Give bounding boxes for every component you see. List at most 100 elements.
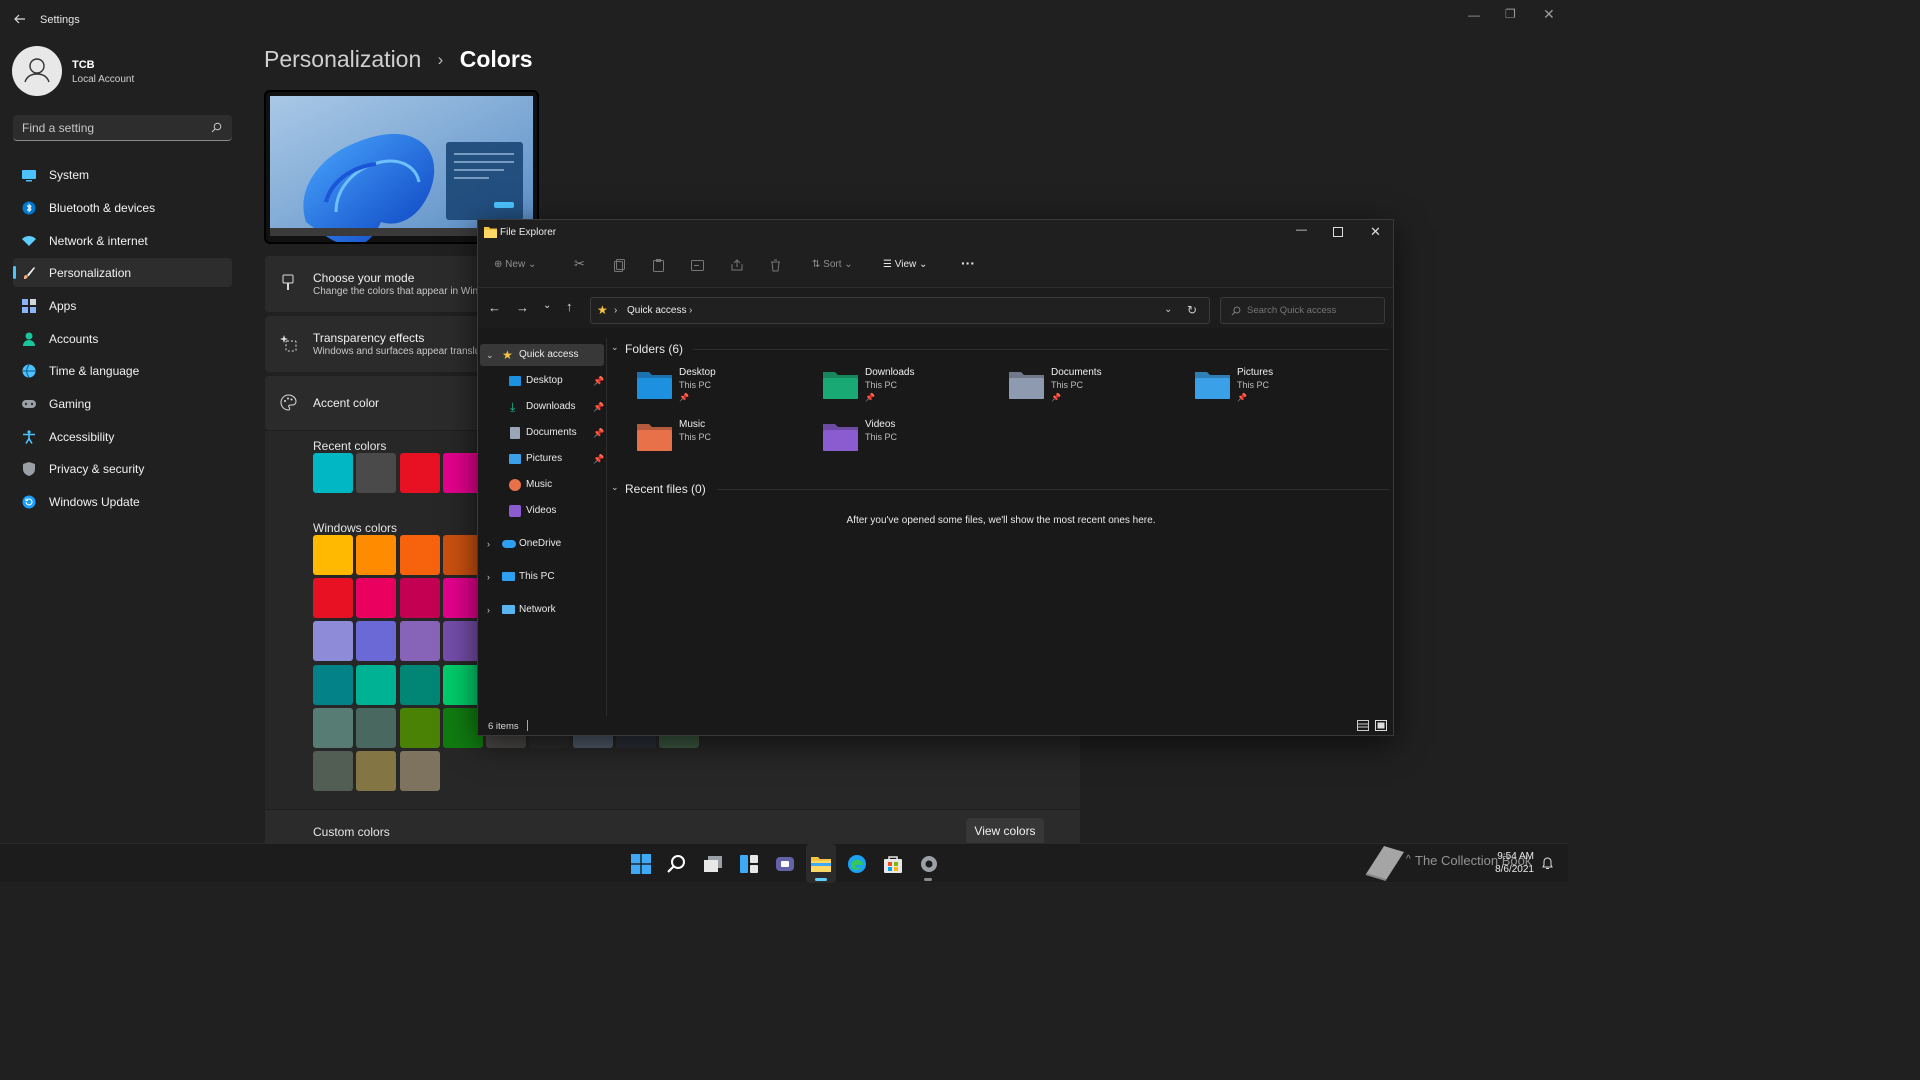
document-icon xyxy=(510,427,520,439)
address-bar[interactable]: ★ › Quick access › ⌄ ↻ xyxy=(590,297,1210,324)
nav-item-accessibility[interactable]: Accessibility xyxy=(13,422,232,451)
tree-documents[interactable]: Documents 📌 xyxy=(480,422,604,444)
explorer-search-input[interactable] xyxy=(1247,298,1382,323)
delete-icon xyxy=(771,259,780,272)
windows-color-swatch[interactable] xyxy=(356,664,397,705)
nav-item-system[interactable]: System xyxy=(13,160,232,189)
tree-music[interactable]: Music xyxy=(480,474,604,496)
nav-item-windows-update[interactable]: Windows Update xyxy=(13,487,232,516)
refresh-button[interactable]: ↻ xyxy=(1187,303,1197,317)
tree-downloads[interactable]: ⤓ Downloads 📌 xyxy=(480,396,604,418)
nav-item-privacy[interactable]: Privacy & security xyxy=(13,454,232,483)
address-dropdown[interactable]: ⌄ xyxy=(1164,304,1172,315)
running-indicator xyxy=(924,878,932,881)
close-button[interactable]: ✕ xyxy=(1370,224,1381,240)
windows-color-swatch[interactable] xyxy=(356,578,397,619)
back-button[interactable]: ← xyxy=(488,300,501,315)
minimize-button[interactable]: — xyxy=(1468,8,1480,22)
folder-tile[interactable]: Downloads This PC 📌 xyxy=(823,367,993,413)
clock-time[interactable]: 9:54 AM xyxy=(1494,851,1534,862)
windows-color-swatch[interactable] xyxy=(399,664,440,705)
file-explorer-window: File Explorer — ✕ ⊕ New ⌄ ✂ ⇅ Sort ⌄ ☰ V… xyxy=(477,219,1394,736)
nav-item-network[interactable]: Network & internet xyxy=(13,226,232,255)
sort-button[interactable]: ⇅ Sort ⌄ xyxy=(812,259,853,270)
windows-color-swatch[interactable] xyxy=(313,751,353,791)
nav-item-accounts[interactable]: Accounts xyxy=(13,324,232,353)
account-type: Local Account xyxy=(72,74,135,85)
windows-color-swatch[interactable] xyxy=(356,535,397,575)
folders-header[interactable]: Folders (6) xyxy=(625,342,683,356)
forward-button[interactable]: → xyxy=(516,300,529,315)
recent-color-swatch[interactable] xyxy=(399,453,440,493)
tree-onedrive[interactable]: › OneDrive xyxy=(480,533,604,555)
rename-icon xyxy=(691,260,704,271)
recent-color-swatch[interactable] xyxy=(313,453,353,493)
windows-color-swatch[interactable] xyxy=(313,621,353,662)
view-button[interactable]: ☰ View ⌄ xyxy=(883,259,927,270)
recent-color-swatch[interactable] xyxy=(356,453,397,493)
folder-icon xyxy=(823,424,858,451)
tree-quick-access[interactable]: ⌄ ★ Quick access xyxy=(480,344,604,366)
expand-chevron-icon: › xyxy=(487,572,490,582)
paste-icon xyxy=(653,259,664,272)
controller-icon xyxy=(22,400,36,408)
windows-color-swatch[interactable] xyxy=(313,707,353,748)
nav-item-gaming[interactable]: Gaming xyxy=(13,389,232,418)
windows-color-swatch[interactable] xyxy=(356,751,397,791)
monitor-icon xyxy=(22,170,36,182)
clock-date[interactable]: 8/6/2021 xyxy=(1494,864,1534,875)
explorer-search[interactable] xyxy=(1220,297,1385,324)
folder-name: Downloads xyxy=(865,367,915,378)
windows-color-swatch[interactable] xyxy=(356,707,397,748)
nav-item-time-language[interactable]: Time & language xyxy=(13,356,232,385)
back-button[interactable] xyxy=(13,12,27,26)
windows-color-swatch[interactable] xyxy=(399,707,440,748)
nav-item-bluetooth[interactable]: Bluetooth & devices xyxy=(13,193,232,222)
windows-color-swatch[interactable] xyxy=(313,578,353,619)
search-icon xyxy=(667,855,685,873)
nav-item-personalization[interactable]: Personalization xyxy=(13,258,232,287)
windows-color-swatch[interactable] xyxy=(399,751,440,791)
windows-color-swatch[interactable] xyxy=(356,621,397,662)
up-button[interactable]: ↑ xyxy=(566,299,573,314)
windows-color-swatch[interactable] xyxy=(399,621,440,662)
folder-tile[interactable]: Music This PC xyxy=(637,419,807,465)
pictures-icon xyxy=(509,454,521,464)
tree-videos[interactable]: Videos xyxy=(480,500,604,522)
new-button[interactable]: ⊕ New ⌄ xyxy=(494,259,536,270)
folder-tile[interactable]: Desktop This PC 📌 xyxy=(637,367,807,413)
folder-tile[interactable]: Documents This PC 📌 xyxy=(1009,367,1179,413)
breadcrumb-parent[interactable]: Personalization xyxy=(264,46,421,72)
windows-color-swatch[interactable] xyxy=(399,578,440,619)
copy-icon xyxy=(614,259,625,272)
system-tray-chevron[interactable]: ^ xyxy=(1406,854,1411,865)
tree-desktop[interactable]: Desktop 📌 xyxy=(480,370,604,392)
tree-network[interactable]: › Network xyxy=(480,599,604,621)
recent-files-header[interactable]: Recent files (0) xyxy=(625,482,706,496)
cut-icon[interactable]: ✂ xyxy=(574,256,585,272)
minimize-button[interactable]: — xyxy=(1296,224,1307,236)
folder-name: Videos xyxy=(865,419,896,430)
avatar[interactable] xyxy=(12,46,62,96)
view-colors-button[interactable]: View colors xyxy=(966,818,1044,845)
tree-pictures[interactable]: Pictures 📌 xyxy=(480,448,604,470)
nav-item-apps[interactable]: Apps xyxy=(13,291,232,320)
tree-this-pc[interactable]: › This PC xyxy=(480,566,604,588)
windows-color-swatch[interactable] xyxy=(313,535,353,575)
address-location[interactable]: Quick access xyxy=(627,305,686,316)
folder-tile[interactable]: Videos This PC xyxy=(823,419,993,465)
more-options-button[interactable]: ··· xyxy=(961,255,975,271)
explorer-titlebar[interactable]: File Explorer — ✕ xyxy=(478,220,1393,246)
folder-icon xyxy=(637,424,672,451)
recent-locations-button[interactable]: ⌄ xyxy=(543,300,551,311)
windows-color-swatch[interactable] xyxy=(313,664,353,705)
restore-button[interactable]: ❐ xyxy=(1505,7,1516,21)
file-explorer-icon xyxy=(811,857,831,872)
folder-tile[interactable]: Pictures This PC 📌 xyxy=(1195,367,1365,413)
search-input[interactable] xyxy=(13,115,203,140)
notification-bell-icon xyxy=(1542,857,1553,869)
pin-icon: 📌 xyxy=(593,402,605,412)
bluetooth-icon xyxy=(22,201,36,215)
close-button[interactable]: ✕ xyxy=(1543,6,1555,23)
windows-color-swatch[interactable] xyxy=(399,535,440,575)
